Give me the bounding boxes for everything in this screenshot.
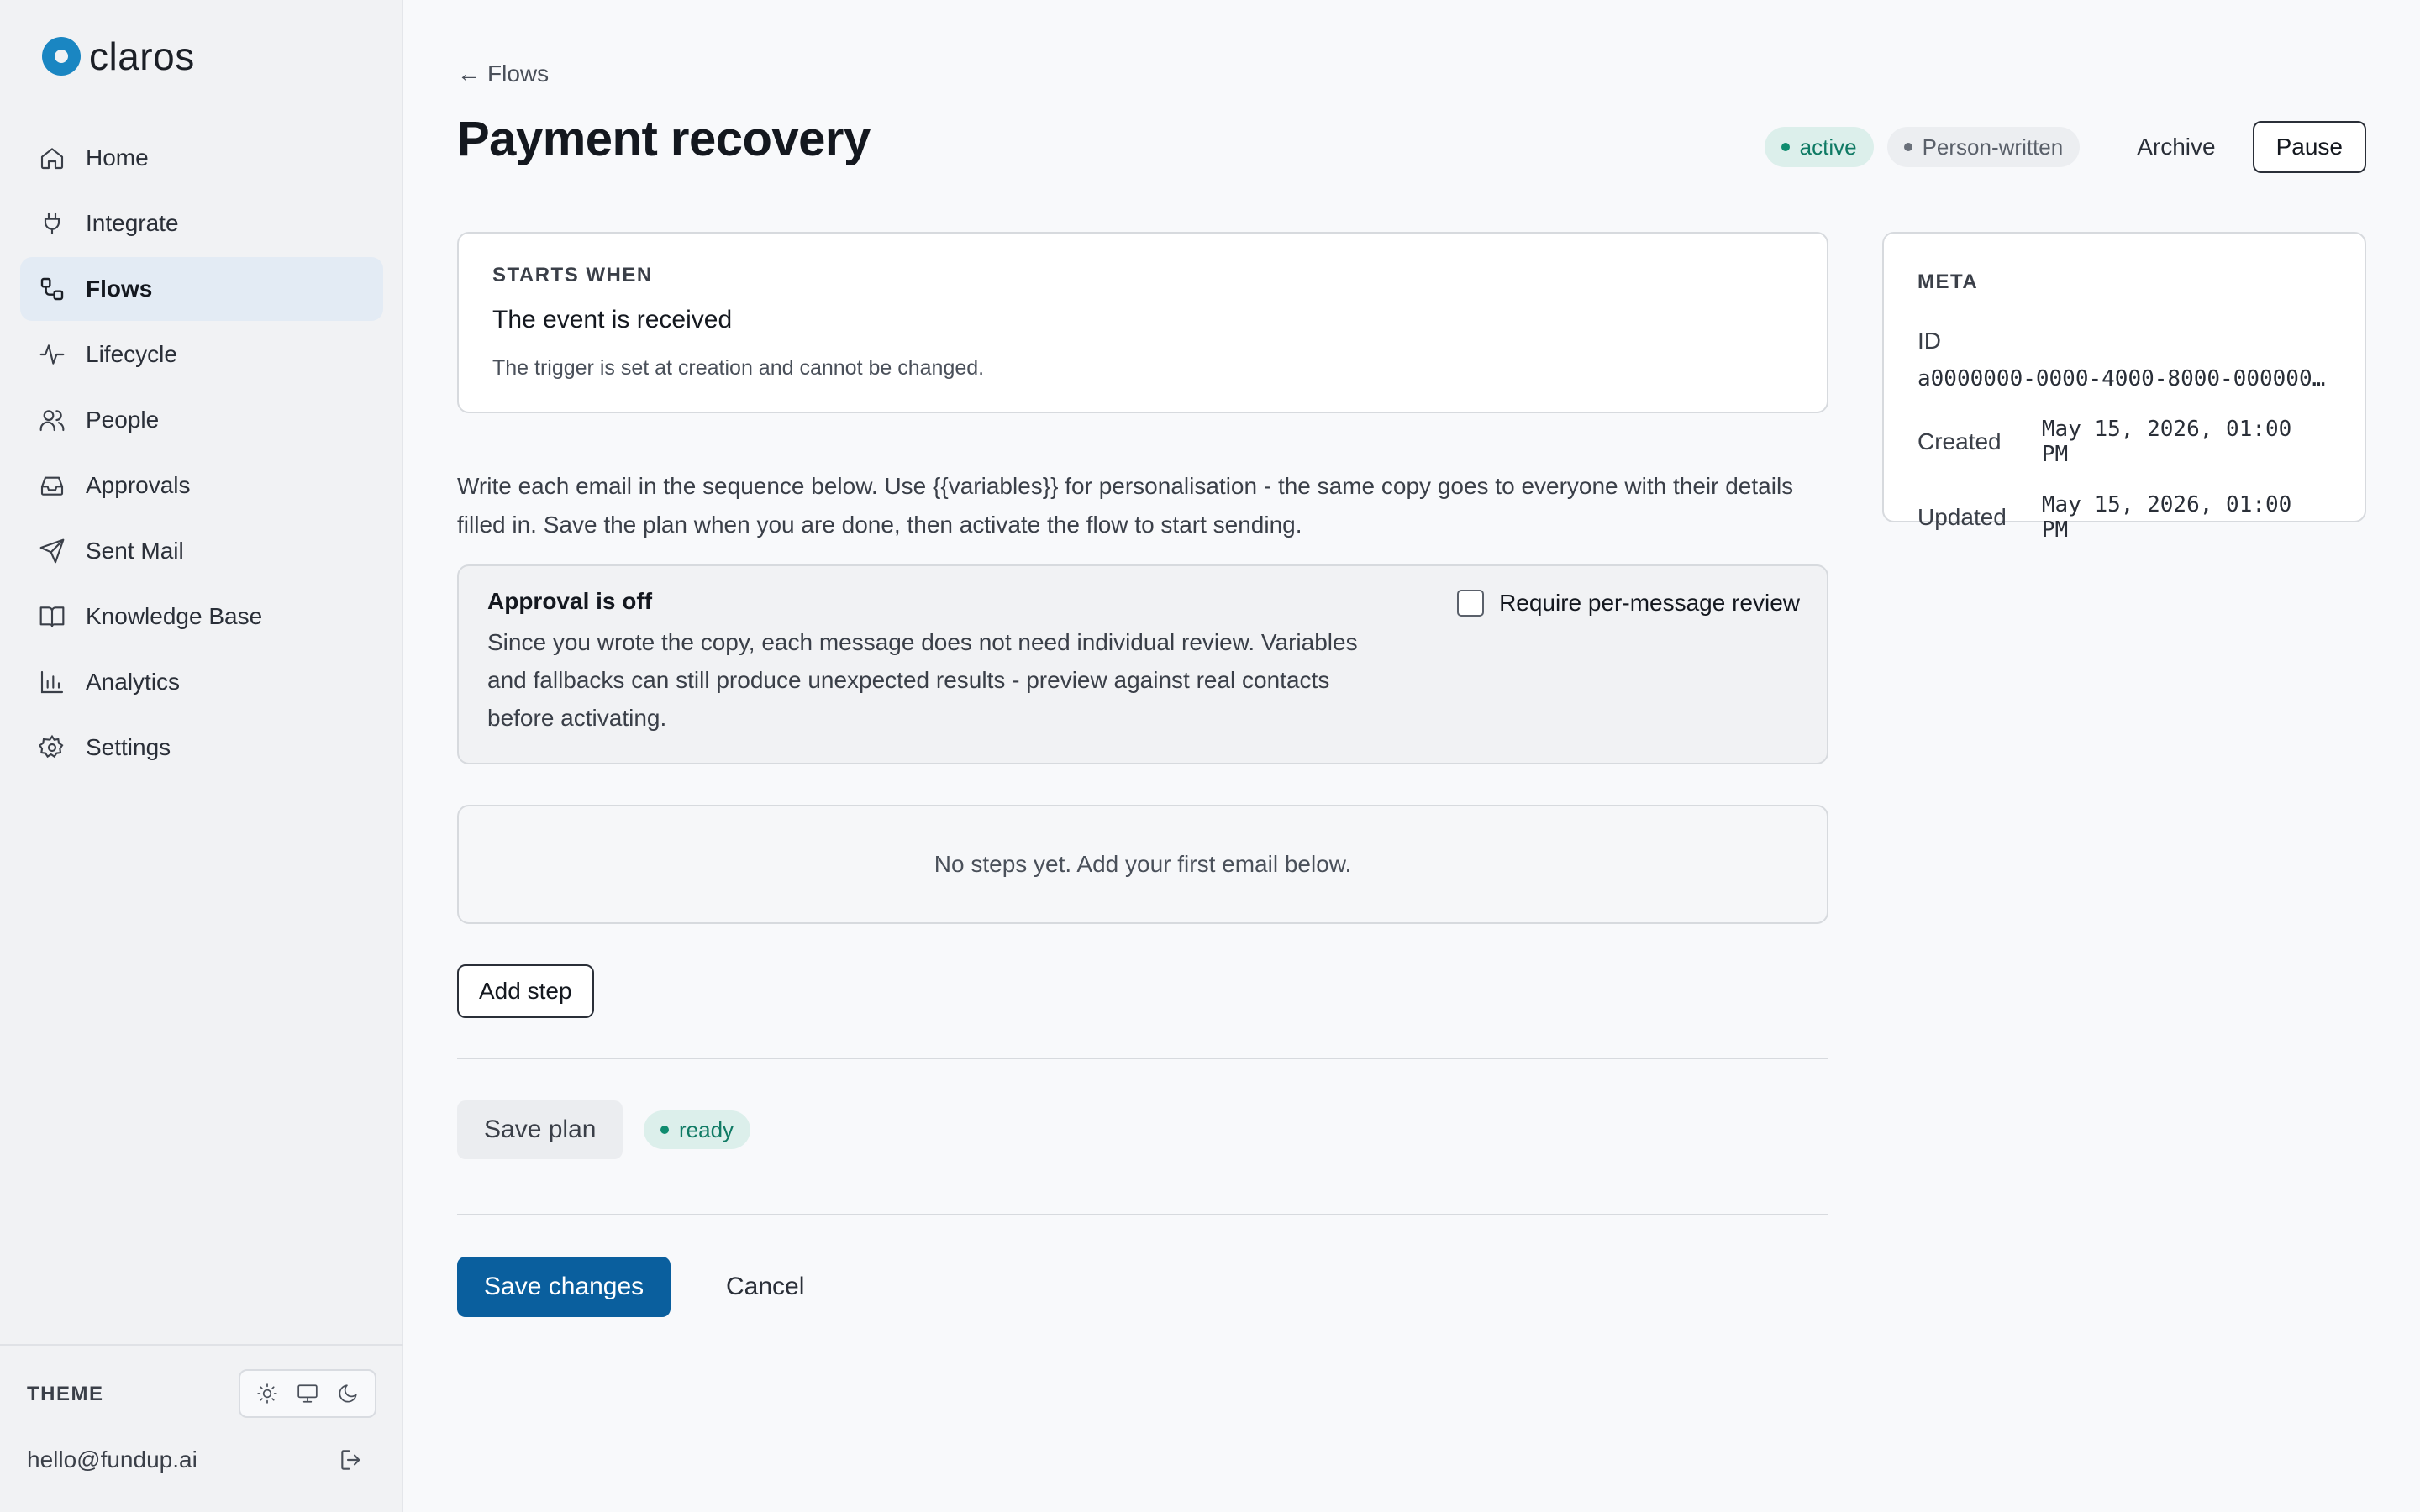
save-changes-button[interactable]: Save changes <box>457 1257 671 1317</box>
sidebar-item-approvals[interactable]: Approvals <box>20 454 383 517</box>
sidebar-item-label: Settings <box>86 734 171 760</box>
sidebar-item-label: Analytics <box>86 669 181 695</box>
meta-updated-label: Updated <box>1918 504 2007 530</box>
status-badge-label: active <box>1799 134 1857 160</box>
checkbox-box[interactable] <box>1457 590 1485 617</box>
send-icon <box>39 538 66 564</box>
author-badge: Person-written <box>1886 127 2081 167</box>
logout-icon <box>341 1450 360 1470</box>
sidebar-item-label: Home <box>86 144 149 171</box>
meta-id-value: a0000000-0000-4000-8000-000000… <box>1918 366 2326 391</box>
page-title: Payment recovery <box>457 112 871 166</box>
meta-created-value: May 15, 2026, 01:00 PM <box>2041 417 2292 467</box>
arrow-left-icon: ← <box>457 60 481 87</box>
book-icon <box>39 603 66 630</box>
system-theme-button[interactable] <box>291 1377 324 1410</box>
claros-logo-icon <box>42 37 81 76</box>
brand-logo[interactable]: claros <box>42 34 195 79</box>
divider <box>457 1214 1828 1215</box>
monitor-icon <box>297 1384 318 1403</box>
sidebar-item-label: Flows <box>86 276 153 302</box>
sidebar-item-integrate[interactable]: Integrate <box>20 192 383 255</box>
sidebar-item-label: Knowledge Base <box>86 603 263 629</box>
sidebar-footer: THEME hello@fundup.ai <box>0 1344 403 1512</box>
brand-name: claros <box>89 34 195 78</box>
add-step-button[interactable]: Add step <box>457 964 594 1018</box>
trigger-card: STARTS WHEN The event is received The tr… <box>457 232 1828 413</box>
meta-id-label: ID <box>1918 328 1941 354</box>
trigger-note: The trigger is set at creation and canno… <box>492 356 985 380</box>
cancel-button[interactable]: Cancel <box>706 1257 824 1317</box>
activity-icon <box>39 341 66 368</box>
light-theme-button[interactable] <box>250 1377 284 1410</box>
require-review-checkbox[interactable]: Require per-message review <box>1457 590 1800 617</box>
trigger-eyebrow: STARTS WHEN <box>492 264 653 286</box>
author-dot-icon <box>1903 143 1912 151</box>
sidebar-item-settings[interactable]: Settings <box>20 716 383 780</box>
logout-button[interactable] <box>338 1446 368 1477</box>
plan-status-label: ready <box>679 1116 734 1142</box>
plug-icon <box>39 210 66 237</box>
sidebar-item-home[interactable]: Home <box>20 126 383 190</box>
status-badge: active <box>1764 127 1874 167</box>
sidebar-item-label: Approvals <box>86 472 191 498</box>
meta-created-row: Created May 15, 2026, 01:00 PM <box>1918 417 2331 467</box>
flows-icon <box>39 276 66 302</box>
divider <box>457 1058 1828 1059</box>
theme-label: THEME <box>27 1383 104 1405</box>
meta-updated-row: Updated May 15, 2026, 01:00 PM <box>1918 492 2331 543</box>
home-icon <box>39 144 66 171</box>
ready-dot-icon <box>660 1126 669 1134</box>
sidebar: claros Home Integrate Flows Lifecycle Pe… <box>0 0 403 1512</box>
pause-button[interactable]: Pause <box>2252 121 2366 173</box>
sidebar-nav: Home Integrate Flows Lifecycle People Ap… <box>20 126 383 781</box>
main-content: ← Flows Payment recovery active Person-w… <box>403 0 2420 1512</box>
intro-text: Write each email in the sequence below. … <box>457 473 1794 538</box>
gear-icon <box>38 734 66 761</box>
plan-status-badge: ready <box>644 1110 751 1149</box>
sidebar-item-label: Integrate <box>86 210 179 236</box>
sidebar-item-label: Lifecycle <box>86 341 177 367</box>
sun-icon <box>257 1383 277 1404</box>
inbox-icon <box>39 472 66 499</box>
bar-chart-icon <box>39 669 66 696</box>
theme-switcher <box>239 1369 376 1418</box>
sidebar-item-knowledge-base[interactable]: Knowledge Base <box>20 585 383 648</box>
meta-card: META ID a0000000-0000-4000-8000-000000… … <box>1882 232 2366 543</box>
sidebar-item-people[interactable]: People <box>20 388 383 452</box>
approval-card: Approval is off Since you wrote the copy… <box>457 564 1828 764</box>
meta-eyebrow: META <box>1918 270 1979 293</box>
steps-empty-state: No steps yet. Add your first email below… <box>457 805 1828 924</box>
sidebar-item-lifecycle[interactable]: Lifecycle <box>20 323 383 386</box>
save-plan-button[interactable]: Save plan <box>457 1100 623 1159</box>
user-email: hello@fundup.ai <box>27 1446 197 1473</box>
users-icon <box>39 407 66 433</box>
moon-icon <box>339 1384 357 1403</box>
sidebar-item-label: People <box>86 407 160 433</box>
header-actions: active Person-written Archive Pause <box>1764 121 2366 173</box>
sidebar-item-analytics[interactable]: Analytics <box>20 650 383 714</box>
sidebar-item-sent-mail[interactable]: Sent Mail <box>20 519 383 583</box>
dark-theme-button[interactable] <box>331 1377 365 1410</box>
meta-updated-value: May 15, 2026, 01:00 PM <box>2041 492 2292 543</box>
approval-body: Since you wrote the copy, each message d… <box>487 629 1358 731</box>
meta-created-label: Created <box>1918 428 2002 454</box>
sidebar-item-label: Sent Mail <box>86 538 184 564</box>
archive-button[interactable]: Archive <box>2113 121 2238 173</box>
status-dot-icon <box>1781 143 1790 151</box>
sidebar-item-flows[interactable]: Flows <box>20 257 383 321</box>
empty-state-text: No steps yet. Add your first email below… <box>934 851 1352 877</box>
require-review-label: Require per-message review <box>1499 590 1800 616</box>
author-badge-label: Person-written <box>1922 134 2064 160</box>
back-to-flows-link[interactable]: ← Flows <box>457 60 549 87</box>
back-link-label: Flows <box>487 60 550 87</box>
trigger-title: The event is received <box>492 306 733 333</box>
